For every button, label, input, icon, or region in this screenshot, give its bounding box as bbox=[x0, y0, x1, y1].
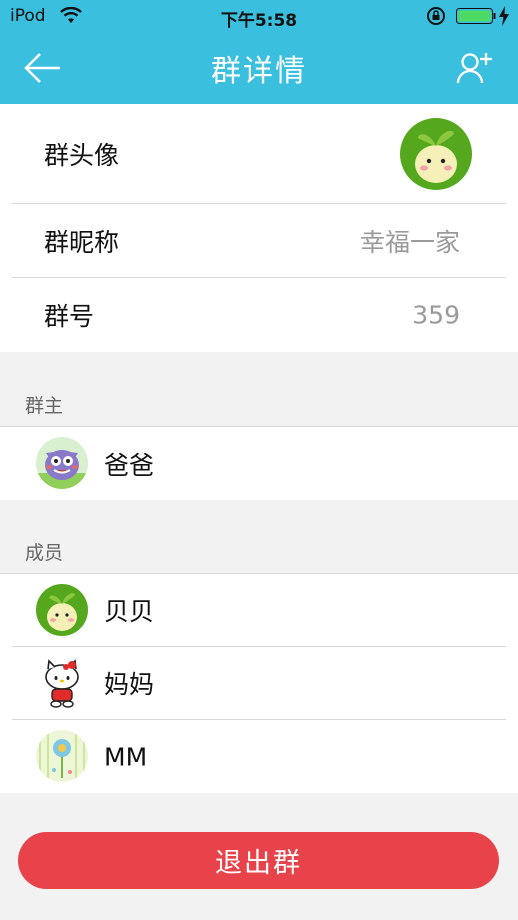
member-name: 妈妈 bbox=[104, 670, 155, 699]
owner-item[interactable]: 爸爸 bbox=[12, 427, 506, 500]
member-item[interactable]: 贝贝 bbox=[12, 574, 506, 647]
page-title: 群详情 bbox=[211, 54, 307, 89]
owner-card: 爸爸 bbox=[0, 426, 518, 500]
group-nickname-row[interactable]: 群昵称 幸福一家 bbox=[12, 204, 506, 278]
group-nickname-label: 群昵称 bbox=[44, 227, 120, 257]
status-bar: iPod 下午5:58 bbox=[0, 0, 518, 32]
group-number-row: 群号 359 bbox=[12, 278, 506, 352]
exit-group-button[interactable]: 退出群 bbox=[18, 832, 499, 889]
member-name: 贝贝 bbox=[104, 597, 155, 626]
group-number-value: 359 bbox=[412, 300, 460, 330]
member-name: MM bbox=[104, 742, 148, 771]
member-item[interactable]: 妈妈 bbox=[12, 647, 506, 720]
charging-icon bbox=[499, 6, 509, 26]
battery-icon bbox=[456, 8, 496, 24]
kitty-avatar bbox=[36, 657, 88, 709]
nav-bar: 群详情 bbox=[0, 32, 518, 104]
rotation-lock-icon bbox=[427, 7, 445, 25]
group-number-label: 群号 bbox=[44, 302, 95, 331]
group-avatar-row[interactable]: 群头像 bbox=[12, 104, 506, 204]
flower-avatar bbox=[36, 730, 88, 782]
monster-avatar bbox=[36, 437, 88, 489]
owner-name: 爸爸 bbox=[104, 450, 155, 480]
members-section-title: 成员 bbox=[25, 542, 64, 564]
group-avatar-label: 群头像 bbox=[44, 140, 120, 170]
group-nickname-value: 幸福一家 bbox=[359, 227, 460, 257]
group-avatar bbox=[400, 118, 472, 190]
member-item[interactable]: MM bbox=[12, 720, 506, 793]
add-user-icon[interactable] bbox=[456, 50, 494, 86]
sprout-avatar bbox=[36, 584, 88, 636]
group-info-card: 群头像 群昵称 幸福一家 群号 359 bbox=[0, 104, 518, 352]
members-card: 贝贝 妈妈 MM bbox=[0, 573, 518, 793]
owner-section-title: 群主 bbox=[25, 395, 64, 417]
